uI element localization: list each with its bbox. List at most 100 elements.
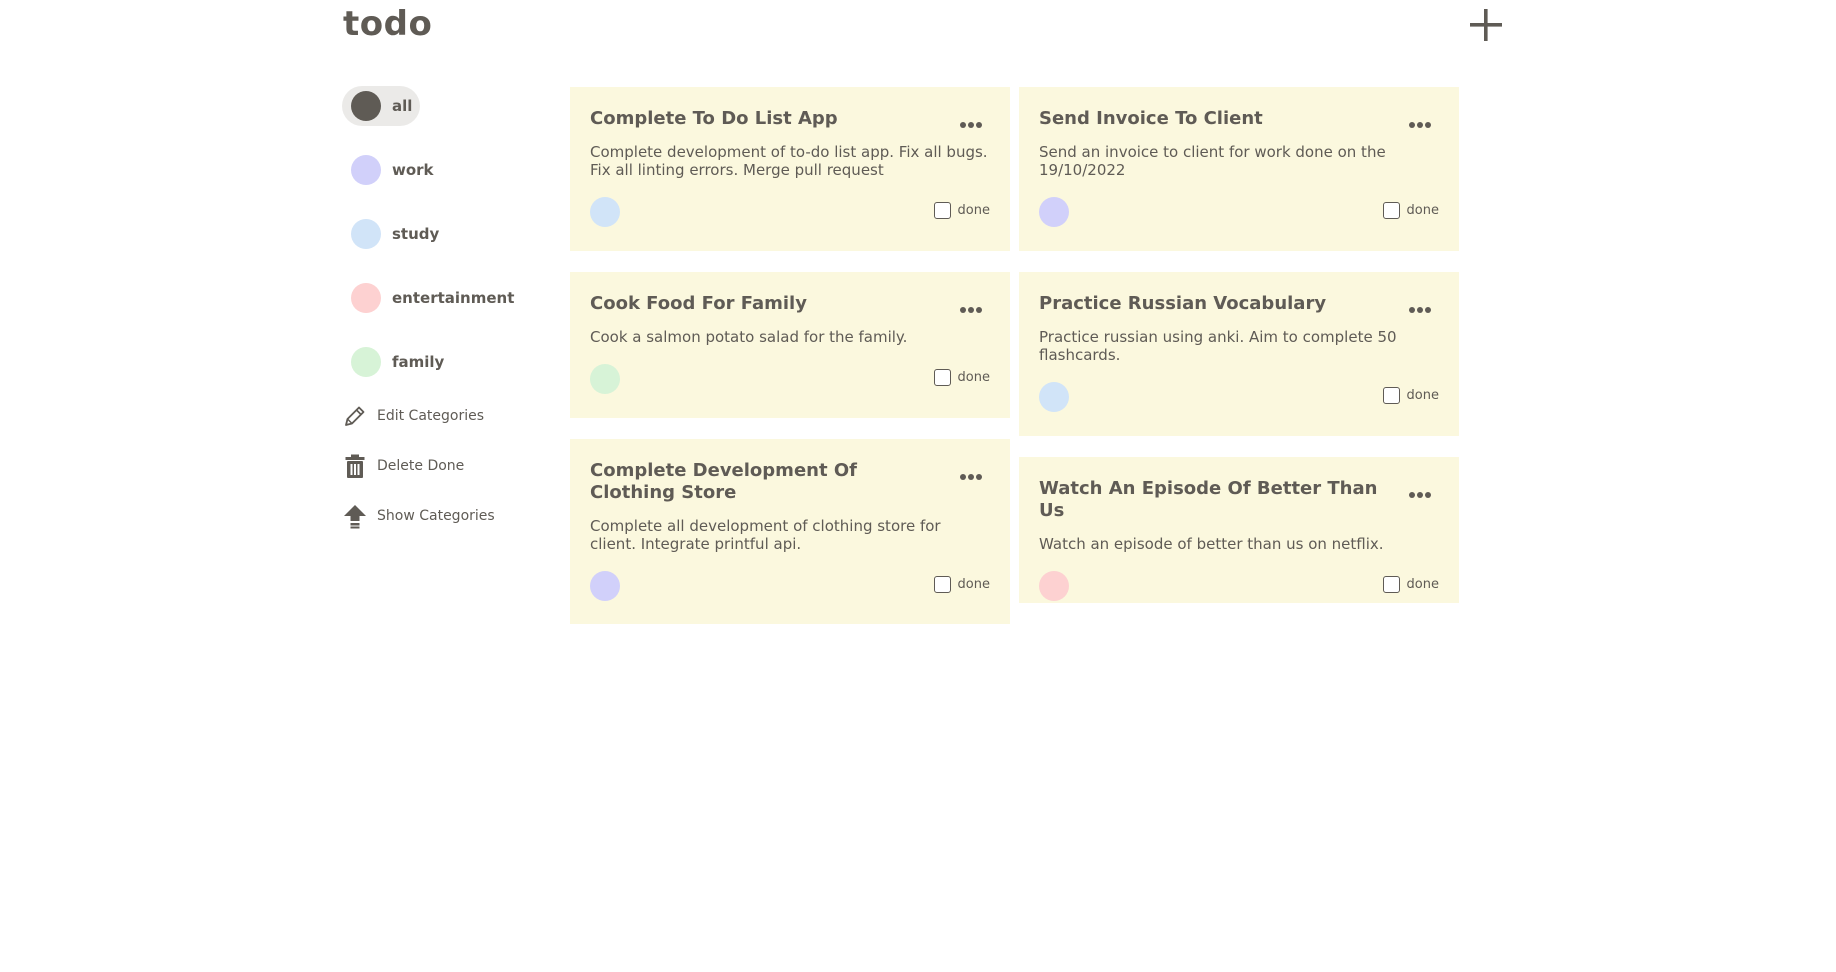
todo-card: Complete Development Of Clothing Store C… — [570, 439, 1010, 624]
card-category-dot — [1039, 571, 1069, 601]
category-label: work — [392, 161, 434, 179]
card-title: Practice Russian Vocabulary — [1039, 293, 1327, 314]
category-label: study — [392, 225, 440, 243]
action-label: Edit Categories — [377, 408, 485, 424]
action-label: Show Categories — [377, 508, 495, 524]
category-color-dot — [351, 283, 381, 313]
card-menu-button[interactable] — [1409, 298, 1435, 313]
arrow-up-icon — [342, 503, 368, 529]
done-label: done — [957, 577, 990, 592]
dot-icon — [1417, 492, 1423, 498]
done-toggle: done — [1382, 202, 1439, 219]
card-category-dot — [590, 364, 620, 394]
dot-icon — [1425, 122, 1431, 128]
done-label: done — [1406, 203, 1439, 218]
card-description: Practice russian using anki. Aim to comp… — [1039, 328, 1397, 364]
edit-categories-button[interactable]: Edit Categories — [342, 402, 542, 430]
card-title: Send Invoice To Client — [1039, 108, 1263, 129]
card-description: Complete all development of clothing sto… — [590, 517, 941, 553]
category-filter-entertainment[interactable]: entertainment — [342, 278, 542, 318]
dot-icon — [968, 122, 974, 128]
todo-card: Watch An Episode Of Better Than Us Watch… — [1019, 457, 1459, 603]
card-category-dot — [1039, 197, 1069, 227]
done-checkbox[interactable] — [933, 369, 951, 386]
card-footer: done — [590, 197, 990, 227]
card-title: Complete To Do List App — [590, 108, 838, 129]
card-category-dot — [1039, 382, 1069, 412]
category-sidebar: all work study entertainment family — [342, 86, 542, 406]
dot-icon — [1409, 307, 1415, 313]
category-color-dot — [351, 91, 381, 121]
done-toggle: done — [933, 576, 990, 593]
card-footer: done — [1039, 571, 1439, 601]
trash-icon — [342, 453, 368, 479]
card-menu-button[interactable] — [1409, 483, 1435, 498]
card-description: Cook a salmon potato salad for the famil… — [590, 328, 908, 346]
done-label: done — [957, 203, 990, 218]
dot-icon — [976, 474, 982, 480]
dot-icon — [1409, 492, 1415, 498]
sidebar-actions: Edit Categories Delete Done Show Categor… — [342, 402, 542, 552]
category-filter-work[interactable]: work — [342, 150, 542, 190]
dot-icon — [1417, 307, 1423, 313]
done-checkbox[interactable] — [933, 576, 951, 593]
done-checkbox[interactable] — [1382, 202, 1400, 219]
card-description: Send an invoice to client for work done … — [1039, 143, 1386, 179]
category-label: entertainment — [392, 289, 515, 307]
category-filter-family[interactable]: family — [342, 342, 542, 382]
card-title: Watch An Episode Of Better Than Us — [1039, 478, 1378, 521]
action-label: Delete Done — [377, 458, 465, 474]
show-categories-button[interactable]: Show Categories — [342, 502, 542, 530]
category-color-dot — [351, 219, 381, 249]
dot-icon — [968, 474, 974, 480]
category-label: all — [392, 97, 413, 115]
card-category-dot — [590, 197, 620, 227]
card-footer: done — [1039, 382, 1439, 412]
add-todo-button[interactable] — [1467, 6, 1505, 44]
card-footer: done — [1039, 197, 1439, 227]
dot-icon — [960, 122, 966, 128]
todo-card: Send Invoice To Client Send an invoice t… — [1019, 87, 1459, 251]
card-description: Watch an episode of better than us on ne… — [1039, 535, 1384, 553]
plus-icon — [1470, 9, 1502, 41]
card-menu-button[interactable] — [1409, 113, 1435, 128]
dot-icon — [976, 122, 982, 128]
card-title: Complete Development Of Clothing Store — [590, 460, 857, 503]
done-toggle: done — [933, 202, 990, 219]
card-title: Cook Food For Family — [590, 293, 807, 314]
todo-card: Complete To Do List App Complete develop… — [570, 87, 1010, 251]
done-toggle: done — [933, 369, 990, 386]
delete-done-button[interactable]: Delete Done — [342, 452, 542, 480]
dot-icon — [1425, 492, 1431, 498]
category-filter-study[interactable]: study — [342, 214, 542, 254]
dot-icon — [960, 307, 966, 313]
done-label: done — [1406, 577, 1439, 592]
dot-icon — [1425, 307, 1431, 313]
done-checkbox[interactable] — [933, 202, 951, 219]
card-footer: done — [590, 571, 990, 601]
pencil-icon — [342, 403, 368, 429]
card-footer: done — [590, 364, 990, 394]
category-filter-all[interactable]: all — [342, 86, 420, 126]
card-menu-button[interactable] — [960, 113, 986, 128]
done-checkbox[interactable] — [1382, 387, 1400, 404]
done-label: done — [1406, 388, 1439, 403]
card-description: Complete development of to-do list app. … — [590, 143, 988, 179]
dot-icon — [1417, 122, 1423, 128]
card-menu-button[interactable] — [960, 465, 986, 480]
done-toggle: done — [1382, 387, 1439, 404]
category-color-dot — [351, 155, 381, 185]
dot-icon — [968, 307, 974, 313]
dot-icon — [1409, 122, 1415, 128]
done-label: done — [957, 370, 990, 385]
todo-card: Cook Food For Family Cook a salmon potat… — [570, 272, 1010, 418]
card-category-dot — [590, 571, 620, 601]
done-toggle: done — [1382, 576, 1439, 593]
todo-app: todo all work study entertainment family — [0, 0, 1836, 972]
done-checkbox[interactable] — [1382, 576, 1400, 593]
app-title: todo — [343, 4, 433, 44]
dot-icon — [976, 307, 982, 313]
dot-icon — [960, 474, 966, 480]
category-label: family — [392, 353, 445, 371]
card-menu-button[interactable] — [960, 298, 986, 313]
